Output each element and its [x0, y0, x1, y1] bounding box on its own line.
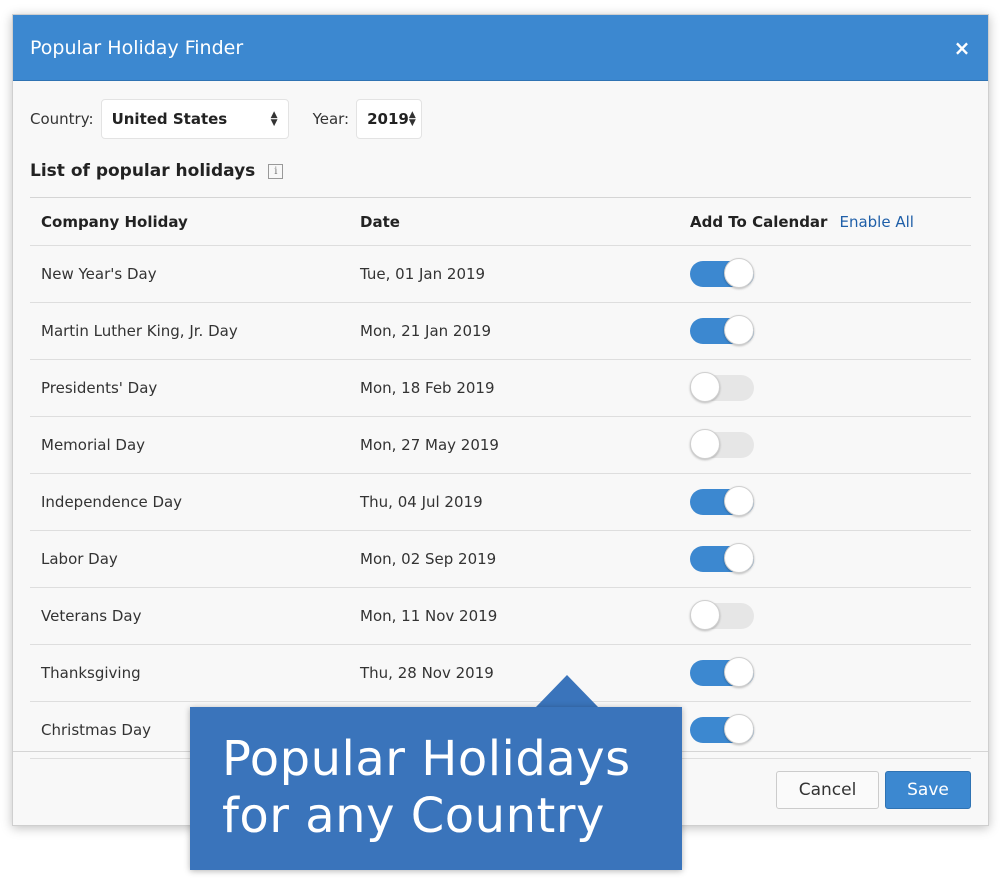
callout-line-2: for any Country — [222, 788, 605, 844]
toggle-knob — [690, 429, 720, 459]
header-date: Date — [360, 212, 400, 231]
calendar-toggle-cell — [690, 372, 754, 402]
add-to-calendar-toggle[interactable] — [690, 258, 754, 288]
table-row: Thanksgiving Thu, 28 Nov 2019 — [30, 645, 971, 702]
toggle-knob — [724, 315, 754, 345]
holiday-name: Thanksgiving — [41, 664, 141, 682]
table-header-row: Company Holiday Date Add To Calendar Ena… — [30, 198, 971, 246]
holiday-date: Mon, 02 Sep 2019 — [360, 550, 497, 568]
header-add-label: Add To Calendar — [690, 212, 828, 231]
add-to-calendar-toggle[interactable] — [690, 714, 754, 744]
add-to-calendar-toggle[interactable] — [690, 486, 754, 516]
header-add-to-calendar: Add To Calendar Enable All — [690, 213, 914, 231]
save-button[interactable]: Save — [885, 771, 971, 809]
add-to-calendar-toggle[interactable] — [690, 315, 754, 345]
holiday-date: Mon, 21 Jan 2019 — [360, 322, 492, 340]
year-label: Year: — [312, 110, 350, 128]
calendar-toggle-cell — [690, 315, 754, 345]
promo-callout: Popular Holidays for any Country — [190, 707, 682, 870]
calendar-toggle-cell — [690, 486, 754, 516]
table-row: Independence Day Thu, 04 Jul 2019 — [30, 474, 971, 531]
holiday-name: Martin Luther King, Jr. Day — [41, 322, 238, 340]
table-row: New Year's Day Tue, 01 Jan 2019 — [30, 246, 971, 303]
calendar-toggle-cell — [690, 543, 754, 573]
toggle-knob — [690, 372, 720, 402]
add-to-calendar-toggle[interactable] — [690, 543, 754, 573]
calendar-toggle-cell — [690, 657, 754, 687]
holiday-date: Tue, 01 Jan 2019 — [360, 265, 486, 283]
year-select[interactable]: 2019 ▲ ▼ — [356, 99, 423, 139]
callout-pointer — [535, 675, 599, 708]
add-to-calendar-toggle[interactable] — [690, 372, 754, 402]
table-body: New Year's Day Tue, 01 Jan 2019 Martin Lut… — [30, 246, 971, 759]
holiday-date: Mon, 27 May 2019 — [360, 436, 499, 454]
holiday-date: Mon, 11 Nov 2019 — [360, 607, 498, 625]
country-select[interactable]: United States ▲ ▼ — [100, 99, 289, 139]
holiday-date: Thu, 28 Nov 2019 — [360, 664, 494, 682]
table-row: Presidents' Day Mon, 18 Feb 2019 — [30, 360, 971, 417]
callout-line-1: Popular Holidays — [222, 731, 631, 787]
calendar-toggle-cell — [690, 429, 754, 459]
section-title-text: List of popular holidays — [30, 161, 256, 181]
close-icon[interactable]: × — [952, 36, 972, 60]
enable-all-link[interactable]: Enable All — [839, 213, 913, 231]
table-row: Labor Day Mon, 02 Sep 2019 — [30, 531, 971, 588]
holiday-name: Veterans Day — [41, 607, 142, 625]
year-select-value: 2019 — [367, 110, 409, 128]
toggle-knob — [724, 657, 754, 687]
toggle-knob — [690, 600, 720, 630]
holiday-name: Independence Day — [41, 493, 183, 511]
toggle-knob — [724, 714, 754, 744]
table-row: Martin Luther King, Jr. Day Mon, 21 Jan 2… — [30, 303, 971, 360]
table-row: Memorial Day Mon, 27 May 2019 — [30, 417, 971, 474]
dialog-header: Popular Holiday Finder × — [13, 15, 988, 81]
calendar-toggle-cell — [690, 258, 754, 288]
holiday-date: Thu, 04 Jul 2019 — [360, 493, 483, 511]
select-arrows-icon: ▲ ▼ — [270, 110, 278, 128]
select-arrows-icon: ▲ ▼ — [408, 110, 416, 128]
holiday-table: Company Holiday Date Add To Calendar Ena… — [30, 197, 971, 759]
holiday-name: Memorial Day — [41, 436, 146, 454]
add-to-calendar-toggle[interactable] — [690, 600, 754, 630]
info-icon[interactable]: i — [268, 163, 284, 179]
country-label: Country: — [30, 110, 94, 128]
add-to-calendar-toggle[interactable] — [690, 429, 754, 459]
holiday-name: Labor Day — [41, 550, 118, 568]
filters-bar: Country: United States ▲ ▼ Year: 2019 ▲ ▼ — [30, 99, 423, 139]
toggle-knob — [724, 543, 754, 573]
toggle-knob — [724, 258, 754, 288]
table-row: Veterans Day Mon, 11 Nov 2019 — [30, 588, 971, 645]
toggle-knob — [724, 486, 754, 516]
section-title: List of popular holidays i — [30, 161, 284, 181]
country-select-value: United States — [111, 110, 228, 128]
add-to-calendar-toggle[interactable] — [690, 657, 754, 687]
calendar-toggle-cell — [690, 600, 754, 630]
holiday-name: New Year's Day — [41, 265, 157, 283]
callout-text: Popular Holidays for any Country — [222, 731, 631, 845]
holiday-date: Mon, 18 Feb 2019 — [360, 379, 495, 397]
cancel-button[interactable]: Cancel — [776, 771, 879, 809]
holiday-name: Presidents' Day — [41, 379, 158, 397]
header-holiday: Company Holiday — [41, 212, 188, 231]
dialog-title: Popular Holiday Finder — [30, 36, 244, 59]
holiday-finder-dialog: Popular Holiday Finder × Country: United… — [12, 14, 989, 826]
calendar-toggle-cell — [690, 714, 754, 744]
